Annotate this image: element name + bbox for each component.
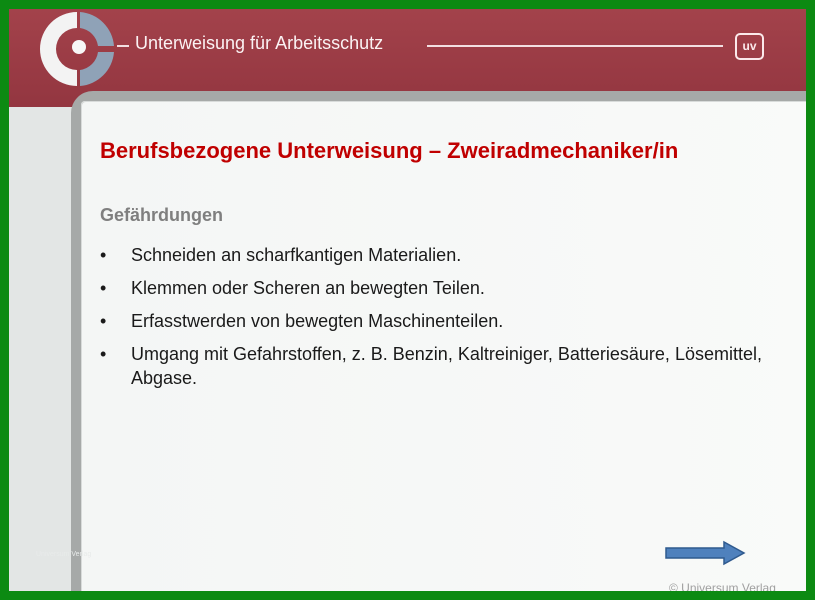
uv-badge: uv (735, 33, 764, 60)
list-item-text: Schneiden an scharfkantigen Materialien. (131, 245, 462, 265)
list-item: • Umgang mit Gefahrstoffen, z. B. Benzin,… (100, 342, 780, 390)
list-item-text: Umgang mit Gefahrstoffen, z. B. Benzin, … (131, 344, 762, 388)
header-divider-left (117, 45, 129, 47)
list-item: • Erfasstwerden von bewegten Maschinentei… (100, 309, 780, 333)
section-heading: Gefährdungen (100, 205, 224, 225)
footer-watermark: Universum Verlag (36, 551, 92, 558)
list-item-text: Erfasstwerden von bewegten Maschinenteil… (131, 311, 504, 331)
list-item: • Schneiden an scharfkantigen Materialien… (100, 243, 780, 267)
list-item-text: Klemmen oder Scheren an bewegten Teilen. (131, 278, 485, 298)
slide-title: Berufsbezogene Unterweisung – Zweiradmec… (100, 138, 679, 163)
slide-frame: Unterweisung für Arbeitsschutz uv Berufs… (9, 9, 806, 591)
header-title: Unterweisung für Arbeitsschutz (135, 33, 384, 53)
list-item: • Klemmen oder Scheren an bewegten Teilen… (100, 276, 780, 300)
bullet-icon: • (100, 245, 107, 265)
bullet-icon: • (100, 344, 107, 364)
copyright-text: © Universum Verlag (669, 581, 776, 591)
ring-logo-icon (40, 12, 114, 86)
hazard-list: • Schneiden an scharfkantigen Materialien… (100, 243, 780, 399)
header-divider-right (427, 45, 723, 47)
bullet-icon: • (100, 278, 107, 298)
right-arrow-icon[interactable] (664, 540, 746, 566)
bullet-icon: • (100, 311, 107, 331)
